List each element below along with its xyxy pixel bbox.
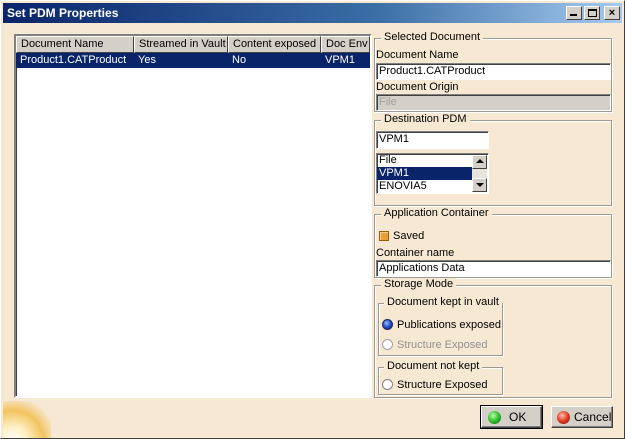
structure-exposed-radio-not-kept[interactable] — [382, 379, 393, 390]
structure-exposed-radio-kept — [382, 339, 393, 350]
scroll-up-button[interactable] — [472, 155, 487, 169]
selected-document-legend: Selected Document — [381, 31, 483, 43]
table-row[interactable]: Product1.CATProduct Yes No VPM1 — [16, 53, 370, 68]
document-list[interactable]: Document Name Streamed in Vault Content … — [14, 34, 372, 398]
arrow-down-icon — [476, 183, 484, 187]
title-bar[interactable]: Set PDM Properties × — [3, 3, 622, 23]
publications-exposed-label: Publications exposed — [397, 319, 501, 331]
storage-mode-group: Storage Mode Document kept in vault Publ… — [374, 278, 612, 398]
destination-pdm-field[interactable]: VPM1 — [376, 131, 489, 149]
list-item[interactable]: VPM1 — [377, 167, 472, 180]
close-button[interactable]: × — [604, 6, 620, 20]
not-kept-legend: Document not kept — [384, 360, 483, 372]
ok-label: OK — [509, 410, 527, 424]
title-bar-buttons: × — [566, 6, 620, 20]
document-origin-field: File — [376, 94, 611, 111]
saved-checkbox[interactable] — [379, 231, 389, 241]
destination-pdm-listbox[interactable]: File VPM1 ENOVIA5 — [376, 153, 489, 194]
maximize-button[interactable] — [584, 6, 600, 20]
destination-pdm-group: Destination PDM VPM1 File VPM1 ENOVIA5 — [374, 113, 612, 206]
cell-streamed: Yes — [138, 54, 156, 66]
ok-button[interactable]: OK — [480, 405, 543, 429]
cell-document-name: Product1.CATProduct — [20, 54, 127, 66]
close-icon: × — [608, 7, 616, 19]
document-origin-value: File — [379, 96, 397, 108]
listbox-scrollbar[interactable] — [472, 155, 487, 192]
kept-in-vault-legend: Document kept in vault — [384, 296, 502, 308]
arrow-up-icon — [476, 159, 484, 163]
structure-exposed-label-kept: Structure Exposed — [397, 339, 488, 351]
destination-pdm-legend: Destination PDM — [381, 113, 470, 125]
document-name-value: Product1.CATProduct — [379, 65, 486, 77]
container-name-field[interactable]: Applications Data — [376, 260, 611, 277]
kept-in-vault-group: Document kept in vault Publications expo… — [378, 296, 503, 356]
not-kept-group: Document not kept Structure Exposed — [378, 360, 503, 395]
minimize-button[interactable] — [566, 6, 582, 20]
cancel-label: Cancel — [574, 410, 612, 424]
list-header: Document Name Streamed in Vault Content … — [16, 36, 370, 53]
cancel-button[interactable]: Cancel — [551, 406, 613, 428]
column-header-content-exposed[interactable]: Content exposed — [228, 36, 321, 53]
cell-content-exposed: No — [232, 54, 247, 66]
scroll-down-button[interactable] — [472, 178, 487, 192]
cancel-icon — [557, 410, 570, 424]
window-title: Set PDM Properties — [7, 6, 119, 20]
document-origin-label: Document Origin — [376, 81, 459, 93]
column-header-document-name[interactable]: Document Name — [16, 36, 134, 53]
storage-mode-legend: Storage Mode — [381, 278, 457, 290]
maximize-icon — [588, 9, 597, 17]
application-container-legend: Application Container — [381, 207, 492, 219]
cell-doc-env: VPM1 — [325, 54, 355, 66]
column-header-streamed[interactable]: Streamed in Vault — [134, 36, 228, 53]
dialog-window: Set PDM Properties × Document Name Strea… — [0, 0, 625, 439]
document-name-field[interactable]: Product1.CATProduct — [376, 63, 611, 80]
publications-exposed-radio[interactable] — [382, 319, 393, 330]
document-name-label: Document Name — [376, 49, 459, 61]
structure-exposed-label-not-kept: Structure Exposed — [397, 379, 488, 391]
container-name-value: Applications Data — [379, 262, 465, 274]
ok-icon — [488, 410, 501, 424]
application-container-group: Application Container Saved Container na… — [374, 207, 612, 278]
selected-document-group: Selected Document Document Name Product1… — [374, 31, 612, 112]
column-header-doc-env[interactable]: Doc Env — [321, 36, 370, 53]
container-name-label: Container name — [376, 247, 455, 259]
destination-pdm-value: VPM1 — [379, 133, 409, 145]
minimize-icon — [570, 14, 577, 16]
app-logo-icon — [3, 401, 51, 438]
saved-label: Saved — [393, 230, 425, 242]
